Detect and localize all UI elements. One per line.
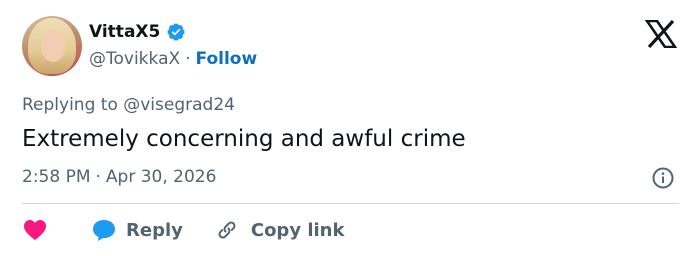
timestamp[interactable]: 2:58 PM · Apr 30, 2026	[22, 166, 216, 188]
tweet-text: Extremely concerning and awful crime	[22, 126, 466, 152]
reply-button[interactable]: Reply	[48, 218, 183, 242]
tweet-time: 2:58 PM	[22, 167, 91, 187]
reply-label: Reply	[126, 219, 183, 241]
avatar[interactable]	[22, 16, 82, 76]
info-icon[interactable]	[651, 166, 675, 190]
separator-dot: ·	[95, 167, 101, 187]
copy-link-button[interactable]: Copy link	[183, 218, 345, 242]
handle-row: @TovikkaX · Follow	[89, 48, 257, 70]
action-bar: Reply Copy link	[22, 216, 344, 244]
author-handle[interactable]: @TovikkaX	[89, 49, 180, 69]
reply-bubble-icon	[93, 220, 115, 241]
link-icon	[218, 221, 236, 239]
divider	[22, 203, 679, 204]
verified-badge-icon	[167, 23, 185, 41]
tweet-date: Apr 30, 2026	[105, 167, 217, 187]
follow-button[interactable]: Follow	[196, 49, 258, 69]
heart-icon[interactable]	[22, 218, 48, 242]
x-logo-icon[interactable]	[645, 20, 677, 48]
separator-dot: ·	[185, 49, 191, 69]
replying-to-text[interactable]: Replying to @visegrad24	[22, 94, 235, 116]
author-name-row: VittaX5	[89, 21, 186, 43]
copy-link-label: Copy link	[250, 219, 345, 241]
author-display-name[interactable]: VittaX5	[89, 21, 160, 43]
